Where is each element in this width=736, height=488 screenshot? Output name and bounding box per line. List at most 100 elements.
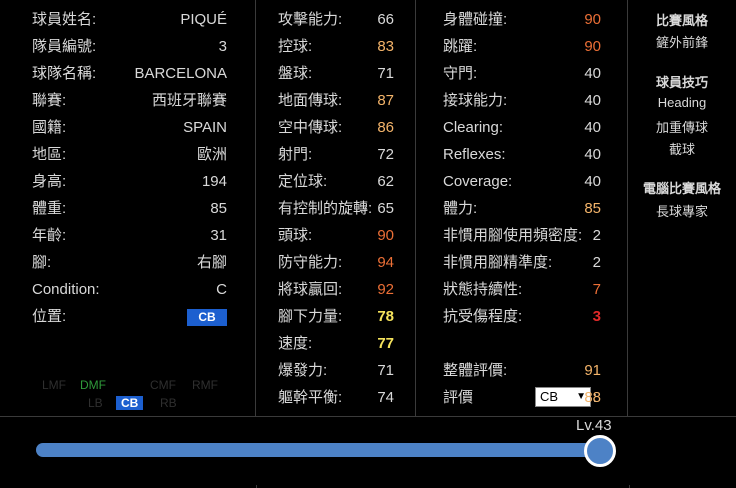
profile-row-height: 身高: 194 <box>0 168 255 195</box>
stat-label: 防守能力: <box>278 254 343 271</box>
overall-rating-value: 91 <box>584 362 601 379</box>
stat-row: 攻擊能力: 66 <box>256 6 415 33</box>
position-map-lmf: LMF <box>42 378 66 392</box>
profile-value: 85 <box>210 200 227 217</box>
stat-row: 抗受傷程度: 3 <box>416 303 627 330</box>
stat-value: 2 <box>592 254 601 271</box>
com-style-value: 長球專家 <box>655 204 708 219</box>
level-label: Lv.43 <box>576 417 612 434</box>
stat-value: 83 <box>377 38 394 55</box>
profile-value: 歐洲 <box>196 146 227 163</box>
stat-label: Clearing: <box>443 119 504 136</box>
stat-value: 62 <box>377 173 394 190</box>
stat-label: 腳下力量: <box>278 308 343 325</box>
profile-value: 3 <box>218 38 227 55</box>
level-slider-area: Lv.43 <box>0 416 736 488</box>
stat-row: 空中傳球: 86 <box>256 114 415 141</box>
stat-value: 3 <box>592 308 601 325</box>
profile-value: BARCELONA <box>134 65 227 82</box>
stat-row: Reflexes: 40 <box>416 141 627 168</box>
position-map-lb: LB <box>88 396 103 410</box>
stat-label: 身體碰撞: <box>443 11 508 28</box>
level-slider-thumb[interactable] <box>584 435 616 467</box>
stat-row: 盤球: 71 <box>256 60 415 87</box>
com-style-heading: 電腦比賽風格 <box>642 181 721 196</box>
stat-row: 定位球: 62 <box>256 168 415 195</box>
stat-label: Coverage: <box>443 173 513 190</box>
stat-row: 接球能力: 40 <box>416 87 627 114</box>
stat-row: 射門: 72 <box>256 141 415 168</box>
stat-value: 86 <box>377 119 394 136</box>
stat-value: 2 <box>592 227 601 244</box>
profile-value: 194 <box>201 173 227 190</box>
profile-label: 腳: <box>32 254 52 271</box>
stat-label: 非慣用腳使用頻密度: <box>443 227 583 244</box>
stat-value: 72 <box>377 146 394 163</box>
stat-row: 守門: 40 <box>416 60 627 87</box>
stat-label: 射門: <box>278 146 313 163</box>
profile-row-name: 球員姓名: PIQUÉ <box>0 6 255 33</box>
stat-label: 狀態持續性: <box>443 281 523 298</box>
profile-label: 位置: <box>32 308 67 325</box>
stat-value: 92 <box>377 281 394 298</box>
stat-row: 非慣用腳使用頻密度: 2 <box>416 222 627 249</box>
play-style-heading: 比賽風格 <box>655 13 708 28</box>
profile-row-region: 地區: 歐洲 <box>0 141 255 168</box>
stat-label: 有控制的旋轉: <box>278 200 373 217</box>
stat-value: 40 <box>584 146 601 163</box>
stat-value: 66 <box>377 11 394 28</box>
stat-value: 90 <box>584 11 601 28</box>
stat-value: 90 <box>584 38 601 55</box>
stat-value: 90 <box>377 227 394 244</box>
position-map-rmf: RMF <box>192 378 218 392</box>
profile-row-condition: Condition: C <box>0 276 255 303</box>
stat-value: 85 <box>584 200 601 217</box>
profile-label: Condition: <box>32 281 100 298</box>
profile-label: 球隊名稱: <box>32 65 97 82</box>
position-map: LMF DMF CMF RMF LB CB RB <box>32 370 232 412</box>
play-style-value: 鏟外前鋒 <box>655 35 708 50</box>
profile-value: PIQUÉ <box>180 11 227 28</box>
profile-row-team: 球隊名稱: BARCELONA <box>0 60 255 87</box>
stat-row: 狀態持續性: 7 <box>416 276 627 303</box>
stat-value: 77 <box>377 335 394 352</box>
profile-row-number: 隊員編號: 3 <box>0 33 255 60</box>
profile-value: 右腳 <box>196 254 227 271</box>
stat-label: 定位球: <box>278 173 328 190</box>
stat-row: 速度: 77 <box>256 330 415 357</box>
profile-label: 體重: <box>32 200 67 217</box>
stat-row: 防守能力: 94 <box>256 249 415 276</box>
stat-value: 71 <box>377 65 394 82</box>
profile-label: 隊員編號: <box>32 38 97 55</box>
position-rating-select-value: CB <box>540 389 559 404</box>
stat-value: 87 <box>377 92 394 109</box>
overall-rating-row: 整體評價: 91 <box>416 357 627 384</box>
skills-heading: 球員技巧 <box>655 75 708 90</box>
stat-row: 非慣用腳精準度: 2 <box>416 249 627 276</box>
profile-label: 國籍: <box>32 119 67 136</box>
level-slider-track[interactable] <box>36 443 600 457</box>
stat-label: 體力: <box>443 200 478 217</box>
stat-row: 爆發力: 71 <box>256 357 415 384</box>
profile-label: 地區: <box>32 146 67 163</box>
stat-row: 腳下力量: 78 <box>256 303 415 330</box>
stat-label: 跳躍: <box>443 38 478 55</box>
profile-label: 球員姓名: <box>32 11 97 28</box>
stat-label: 控球: <box>278 38 313 55</box>
play-style-panel: 比賽風格 鏟外前鋒 球員技巧 Heading 加重傳球 截球 電腦比賽風格 長球… <box>628 0 736 416</box>
profile-row-position: 位置: CB <box>0 303 255 330</box>
stat-value: 40 <box>584 92 601 109</box>
profile-label: 聯賽: <box>32 92 67 109</box>
profile-row-age: 年齡: 31 <box>0 222 255 249</box>
stat-value: 40 <box>584 173 601 190</box>
profile-value: C <box>216 281 227 298</box>
profile-value: SPAIN <box>183 119 227 136</box>
overall-rating-label: 整體評價: <box>443 362 508 379</box>
stat-value: 71 <box>377 362 394 379</box>
position-rating-select[interactable]: CB ▼ <box>535 387 591 407</box>
stat-label: 非慣用腳精準度: <box>443 254 553 271</box>
stat-row: 控球: 83 <box>256 33 415 60</box>
profile-row-league: 聯賽: 西班牙聯賽 <box>0 87 255 114</box>
position-map-rb: RB <box>160 396 177 410</box>
stat-row: Coverage: 40 <box>416 168 627 195</box>
